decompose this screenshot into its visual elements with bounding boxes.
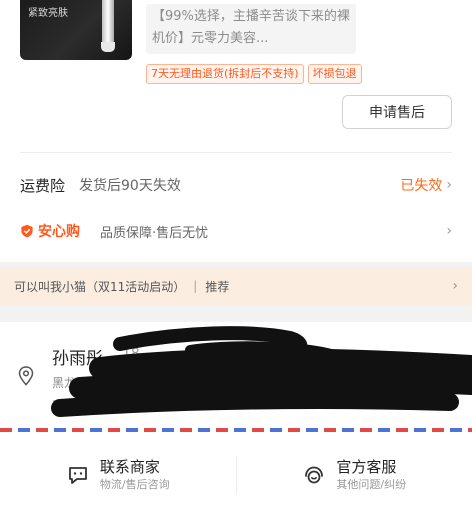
merchant-chat-icon — [68, 467, 87, 484]
section-divider — [20, 152, 452, 153]
order-item-card: 紧致亮肤 【99%选择，主播辛苦谈下来的裸机价】元零力美容... 7天无理由退货… — [0, 0, 472, 262]
thumbnail-caption: 紧致亮肤 — [28, 8, 68, 19]
chevron-right-icon: › — [446, 223, 452, 239]
secure-purchase-name: 安心购 — [38, 224, 80, 240]
location-pin-icon — [18, 366, 34, 386]
contact-merchant-sub: 物流/售后咨询 — [99, 478, 170, 491]
banner-separator: | — [193, 279, 198, 293]
contact-merchant-title: 联系商家 — [99, 458, 160, 476]
official-service-button[interactable]: 官方客服 其他问题/纠纷 — [237, 442, 472, 508]
recipient-address: 黑龙江省哈尔滨市南岗区 ... — [52, 374, 184, 405]
service-tags: 7天无理由退货(拆封后不支持) 坏损包退 — [146, 64, 362, 84]
return-policy-tag: 7天无理由退货(拆封后不支持) — [146, 64, 304, 84]
secure-purchase-row[interactable]: 安心购 品质保障·售后无忧 › — [20, 216, 452, 246]
banner-action: 推荐 — [205, 279, 230, 294]
official-service-title: 官方客服 — [336, 458, 397, 476]
official-service-sub: 其他问题/纠纷 — [336, 478, 407, 491]
freight-insurance-status: 已失效 › — [400, 175, 452, 195]
apply-after-sale-button[interactable]: 申请售后 — [342, 95, 452, 129]
address-card: 孙雨彤 18 黑龙江省哈尔滨市南岗区 ... 联系商家 物流/售后咨询 官方客服… — [0, 322, 472, 530]
address-line-1: 黑龙江省哈尔滨市南岗区 — [52, 376, 185, 390]
address-line-2: ... — [52, 391, 64, 405]
contact-actions: 联系商家 物流/售后咨询 官方客服 其他问题/纠纷 — [0, 442, 472, 508]
recipient-phone: 18 — [122, 346, 140, 362]
product-thumbnail[interactable]: 紧致亮肤 — [20, 0, 132, 60]
device-cap — [101, 42, 115, 52]
airmail-stripe — [0, 428, 472, 432]
chevron-right-icon: › — [452, 278, 458, 294]
freight-status-text: 已失效 — [400, 178, 443, 194]
recipient-name: 孙雨彤 — [52, 349, 103, 369]
freight-insurance-row[interactable]: 运费险 发货后90天失效 已失效 › — [20, 170, 452, 200]
freight-insurance-label: 运费险 — [20, 176, 66, 195]
contact-merchant-button[interactable]: 联系商家 物流/售后咨询 — [0, 442, 236, 508]
banner-text: 可以叫我小猫（双11活动启动） — [14, 279, 186, 294]
customer-service-icon — [305, 466, 324, 484]
shield-icon — [21, 224, 33, 238]
freight-insurance-desc: 发货后90天失效 — [79, 178, 181, 194]
secure-purchase-desc: 品质保障·售后无忧 — [100, 225, 209, 241]
official-service-text: 官方客服 其他问题/纠纷 — [336, 457, 406, 493]
damage-return-tag: 坏损包退 — [307, 64, 362, 84]
chevron-right-icon: › — [446, 177, 452, 193]
contact-merchant-text: 联系商家 物流/售后咨询 — [100, 457, 170, 493]
recommend-banner[interactable]: 可以叫我小猫（双11活动启动） | 推荐 › — [0, 267, 472, 305]
product-title[interactable]: 【99%选择，主播辛苦谈下来的裸机价】元零力美容... — [146, 4, 356, 54]
